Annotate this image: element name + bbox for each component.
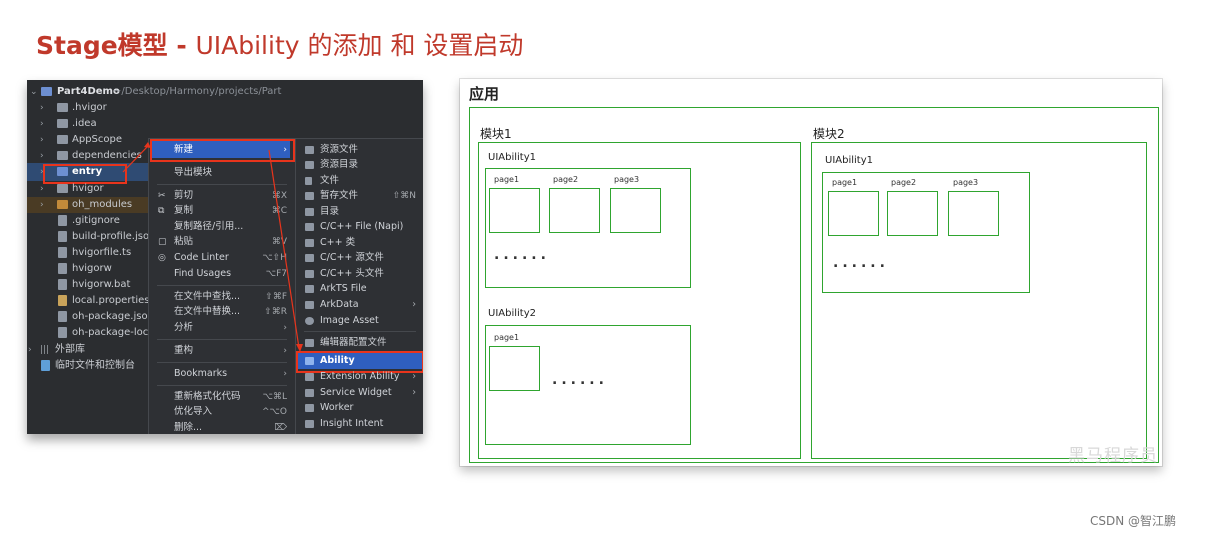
- page-box: [948, 191, 999, 236]
- title-rest: UIAbility 的添加 和 设置启动: [195, 31, 524, 60]
- page-label: page1: [494, 175, 520, 184]
- arrow-entry-to-new: [122, 145, 149, 173]
- watermark: 黑马程序员: [1068, 446, 1158, 466]
- page-box: [610, 188, 661, 233]
- m1-uiability1-label: UIAbility1: [488, 152, 536, 163]
- page-label: page1: [494, 333, 520, 342]
- page-box: [489, 188, 540, 233]
- ide-screenshot: ⌄ Part4Demo ~/Desktop/Harmony/projects/P…: [27, 80, 423, 434]
- page-label: page2: [553, 175, 579, 184]
- more-pages-dots: ......: [552, 372, 608, 388]
- stage-model-diagram: 应用 模块1 UIAbility1 page1 page2 page3 ....…: [460, 79, 1162, 466]
- m2-uiability1-label: UIAbility1: [825, 155, 873, 166]
- connector-arrows: [122, 142, 303, 352]
- slide-title: Stage模型 - UIAbility 的添加 和 设置启动: [36, 26, 523, 62]
- arrowhead: [296, 344, 303, 352]
- arrow-new-to-ability: [268, 149, 300, 349]
- arrowhead: [144, 142, 151, 148]
- m1-uiability2-label: UIAbility2: [488, 308, 536, 319]
- more-pages-dots: ......: [833, 255, 889, 271]
- module2-label: 模块2: [813, 127, 845, 141]
- page-box: [549, 188, 600, 233]
- module1-label: 模块1: [480, 127, 512, 141]
- page-label: page3: [614, 175, 640, 184]
- page-label: page3: [953, 178, 979, 187]
- page-box: [489, 346, 540, 391]
- page-label: page1: [832, 178, 858, 187]
- title-prefix: Stage模型 -: [36, 31, 196, 60]
- app-label: 应用: [469, 85, 500, 103]
- more-pages-dots: ......: [494, 247, 550, 263]
- credit-text: CSDN @智江鹏: [1090, 514, 1177, 528]
- page-box: [887, 191, 938, 236]
- page-box: [828, 191, 879, 236]
- page-label: page2: [891, 178, 917, 187]
